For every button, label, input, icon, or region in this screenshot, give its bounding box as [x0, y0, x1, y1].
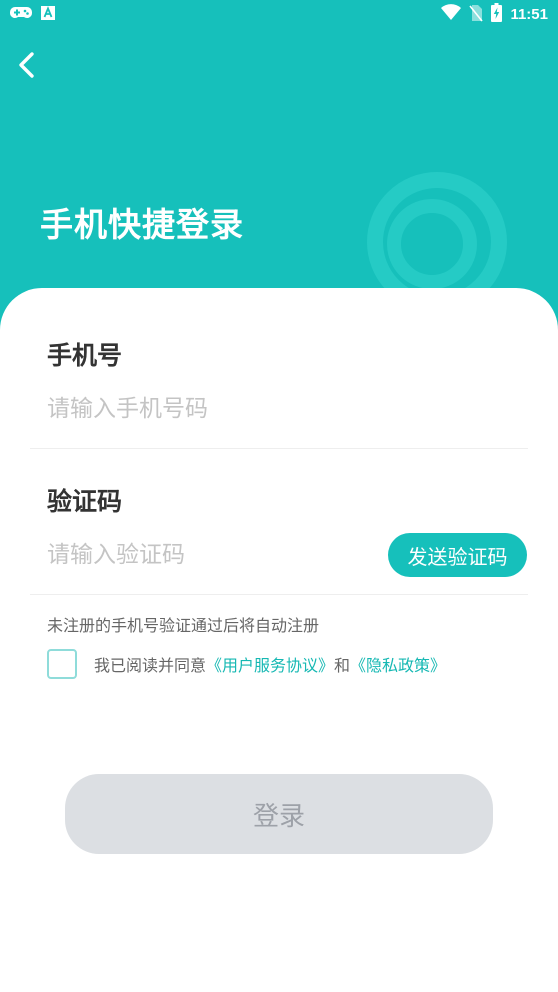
user-agreement-link[interactable]: 《用户服务协议》: [206, 656, 334, 675]
chevron-left-icon: [19, 52, 34, 78]
app-a-icon: [40, 5, 56, 25]
page-title: 手机快捷登录: [40, 205, 244, 244]
wifi-icon: [441, 4, 462, 25]
phone-divider: [30, 448, 528, 449]
logo-watermark-icon: [362, 162, 522, 312]
privacy-policy-link[interactable]: 《隐私政策》: [350, 656, 446, 675]
code-divider: [30, 594, 528, 595]
battery-charging-icon: [491, 3, 503, 26]
phone-input[interactable]: [47, 391, 517, 427]
code-label: 验证码: [47, 487, 123, 516]
gamepad-icon: [10, 5, 32, 25]
agreement-and: 和: [334, 656, 351, 675]
agreement-checkbox[interactable]: [47, 649, 77, 679]
phone-label: 手机号: [47, 341, 123, 370]
back-button[interactable]: [12, 48, 42, 82]
auto-register-hint: 未注册的手机号验证通过后将自动注册: [47, 616, 320, 635]
send-code-button[interactable]: 发送验证码: [388, 533, 527, 577]
agreement-row: 我已阅读并同意《用户服务协议》和《隐私政策》: [47, 649, 446, 679]
status-time: 11:51: [510, 6, 548, 23]
login-button[interactable]: 登录: [65, 774, 493, 854]
agreement-text: 我已阅读并同意《用户服务协议》和《隐私政策》: [94, 652, 446, 676]
agreement-prefix: 我已阅读并同意: [94, 656, 207, 675]
code-input[interactable]: [47, 537, 367, 573]
login-screen: 11:51 手机快捷登录 手机号 验证码 发送验证码 未注册的手机号验证通过后将…: [0, 0, 558, 992]
status-left: [10, 5, 56, 25]
status-right: 11:51: [441, 3, 548, 26]
status-bar: 11:51: [0, 0, 558, 30]
no-sim-icon: [469, 4, 484, 26]
